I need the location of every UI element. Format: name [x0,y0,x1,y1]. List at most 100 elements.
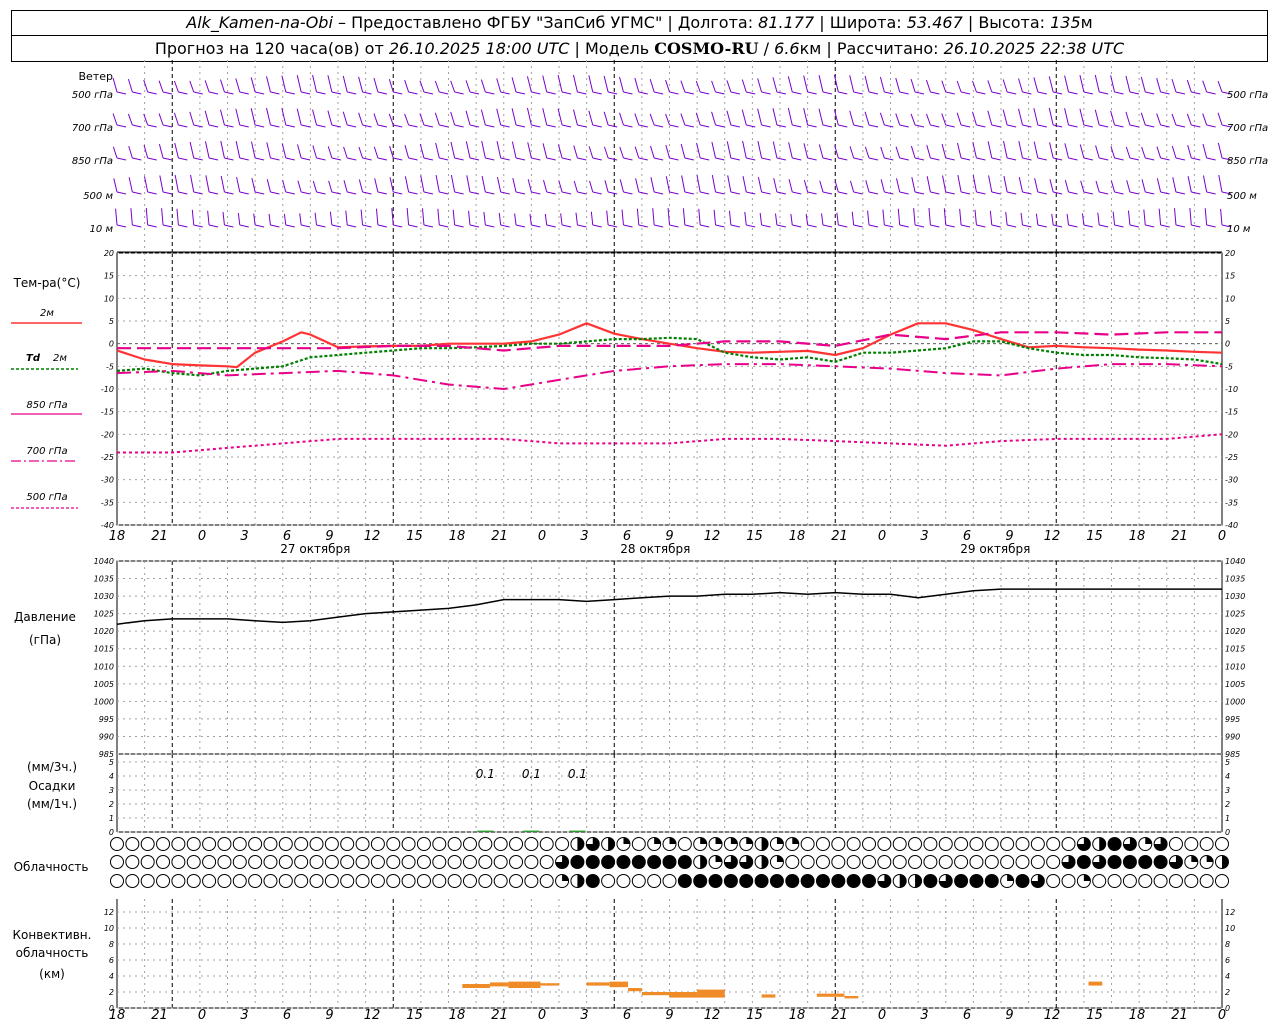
temp-ytick-right: -5 [1225,362,1233,371]
wind-barb-base [700,124,710,128]
cloud-cover-circle [309,874,324,888]
x-tick-label: 3 [240,529,248,544]
wind-barb-base [1129,191,1140,195]
wind-barb-staff [744,211,747,226]
x-tick-label: 18 [789,1008,806,1023]
wind-barb-base [884,191,894,195]
wind-barb-staff [327,146,333,159]
wind-barb-staff [819,180,824,193]
cloud-cover-circle [432,874,447,888]
wind-barb-base [792,124,802,128]
cloud-cover-full [1138,855,1152,869]
cloud-cover-circle [340,855,355,869]
precip-ytick: 4 [109,772,114,781]
wind-barb-base [822,224,833,228]
legend-700-label: 700 гПа [26,446,67,457]
wind-barb-base [884,224,894,228]
pressure-ytick-right: 990 [1225,732,1240,741]
wind-barb-staff [1095,180,1100,193]
cloud-cover-circle [324,837,339,851]
wind-barb-base [347,157,357,161]
conv-ytick: 6 [109,956,114,965]
wind-barb-staff [788,179,793,193]
wind-barb-base [960,191,971,195]
wind-barb-staff [435,174,440,193]
x-tick-label: 0 [198,529,206,544]
cloud-cover-circle [662,874,677,888]
wind-barb-staff [987,80,993,93]
cloud-cover-full [693,874,707,888]
wind-barb-base [270,224,280,228]
wind-barb-staff [1127,210,1131,226]
cloud-cover-circle [877,855,892,869]
wind-barb-base [439,224,449,228]
cloud-cover-circle [217,855,232,869]
wind-barb-base [1191,224,1201,228]
wind-barb-staff [836,212,839,226]
conv-ytick-right: 10 [1225,924,1235,933]
wind-barb-base [193,157,203,161]
wind-barb-base [914,224,925,228]
wind-barb-staff [925,79,931,93]
wind-barb-staff [266,76,271,93]
wind-barb-base [792,224,802,228]
wind-barb-base [500,157,510,161]
wind-barb-staff [788,142,793,159]
cloud-cover-full [801,874,815,888]
wind-barb-staff [219,109,225,126]
temp-ytick: -15 [101,408,114,417]
wind-barb-staff [314,212,318,226]
wind-barb-base [1068,91,1078,95]
precip-ytick: 3 [109,786,114,795]
wind-barb-staff [358,76,364,93]
wind-barb-base [746,157,756,161]
wind-barb-staff [450,111,456,126]
wind-barb-staff [481,140,486,159]
wind-barb-staff [621,209,624,226]
wind-barb-staff [1094,109,1100,126]
wind-barb-base [1206,224,1216,228]
wind-barb-base [377,157,388,161]
wind-barb-base [592,157,602,161]
cloud-cover-circle [815,855,830,869]
cloud-cover-circle [862,837,877,851]
pressure-ytick-right: 1040 [1225,557,1245,566]
x-tick-label: 18 [109,529,126,544]
wind-barb-staff [514,213,517,226]
wind-barb-base [285,157,295,161]
wind-barb-staff [205,175,210,193]
cloud-cover-circle [524,874,539,888]
wind-barb-base [331,91,341,95]
cloud-cover-circle [447,855,462,869]
wind-barb-staff [1112,211,1116,226]
wind-barb-staff [143,176,149,193]
x-tick-label: 3 [920,529,928,544]
pressure-ytick-right: 1030 [1225,592,1245,601]
wind-barb-staff [176,208,179,226]
wind-barb-staff [1141,146,1146,159]
wind-barb-base [485,157,495,161]
wind-barb-staff [220,140,225,159]
cloud-cover-circle [1000,855,1015,869]
wind-barb-base [301,91,311,95]
wind-barb-staff [696,174,701,193]
wind-barb-staff [636,208,640,226]
wind-barb-base [991,191,1001,195]
wind-barb-base [700,224,710,228]
wind-barb-staff [603,146,609,159]
wind-barb-staff [158,80,164,93]
cloud-cover-full [616,855,630,869]
wind-barb-staff [864,111,870,126]
wind-barb-base [746,224,756,228]
precip-ytick-right: 1 [1225,814,1230,823]
wind-barb-staff [327,75,333,93]
wind-barb-base [853,91,863,95]
wind-barb-base [638,124,648,128]
day-label: 29 октября [960,542,1030,556]
wind-barb-staff [649,113,655,126]
cloud-cover-circle [401,874,416,888]
wind-barb-base [1022,91,1032,95]
wind-barb-base [914,191,925,195]
wind-barb-base [316,91,326,95]
wind-barb-staff [773,178,778,193]
